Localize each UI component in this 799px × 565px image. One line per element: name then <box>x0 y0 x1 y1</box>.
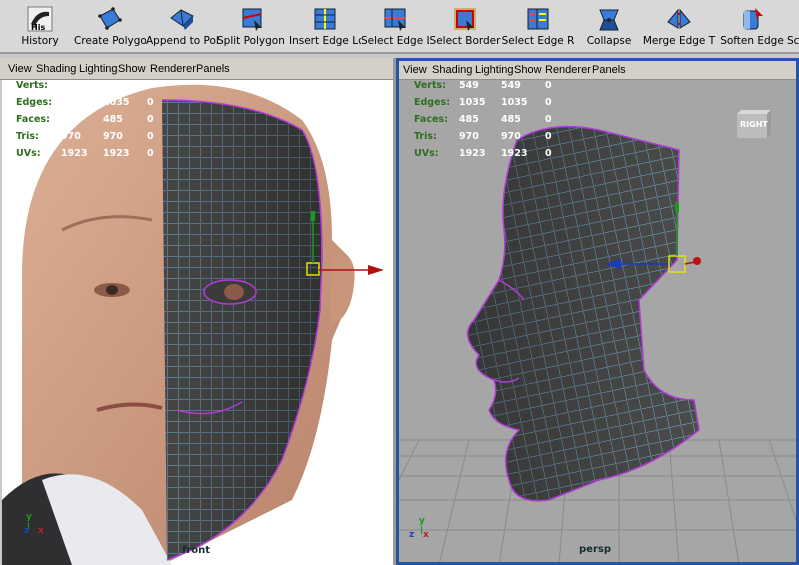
svg-text:His: His <box>31 23 45 32</box>
front-panel-menubar: View Shading Lighting Show Renderer Pane… <box>0 58 393 80</box>
menu-view[interactable]: View <box>403 64 427 76</box>
select-edge-loop-button[interactable]: Select Edge L <box>361 2 429 52</box>
persp-view-panel[interactable]: View Shading Lighting Show Renderer Pane… <box>396 58 799 565</box>
merge-edge-icon <box>667 8 691 29</box>
x-axis-arrow <box>368 265 384 275</box>
view-cube-label: RIGHT <box>740 120 768 129</box>
menu-show[interactable]: Show <box>118 63 146 75</box>
menu-renderer[interactable]: Renderer <box>545 64 591 76</box>
split-polygon-button[interactable]: Split Polygon ` <box>217 2 289 52</box>
select-edge-ring-button[interactable]: Select Edge R <box>501 2 575 52</box>
sculpt-icon <box>787 6 799 32</box>
merge-edge-button[interactable]: Merge Edge T <box>642 2 716 52</box>
soften-edge-button[interactable]: Soften Edge <box>718 2 786 52</box>
maya-window: His History Create Polygo Append to Pol <box>0 0 799 565</box>
persp-panel-menubar: View Shading Lighting Show Renderer Pane… <box>399 61 796 80</box>
history-button[interactable]: His History <box>18 2 62 52</box>
collapse-icon <box>599 9 619 31</box>
persp-camera-label: persp <box>579 544 611 555</box>
menu-show[interactable]: Show <box>514 64 542 76</box>
create-polygon-icon <box>98 7 122 30</box>
select-border-button[interactable]: Select Border <box>429 2 501 52</box>
sculpt-button[interactable]: Sc <box>787 2 799 52</box>
menu-panels[interactable]: Panels <box>196 63 230 75</box>
menu-lighting[interactable]: Lighting <box>79 63 118 75</box>
menu-shading[interactable]: Shading <box>432 64 472 76</box>
menu-lighting[interactable]: Lighting <box>475 64 514 76</box>
menu-shading[interactable]: Shading <box>36 63 76 75</box>
menu-renderer[interactable]: Renderer <box>150 63 196 75</box>
menu-panels[interactable]: Panels <box>592 64 626 76</box>
polygon-shelf: His History Create Polygo Append to Pol <box>0 0 799 54</box>
select-border-icon <box>454 8 476 31</box>
split-polygon-icon <box>242 8 262 31</box>
reference-photo-ear <box>330 254 355 325</box>
front-camera-label: front <box>182 545 211 556</box>
insert-edge-loop-icon <box>314 8 336 30</box>
persp-viewport[interactable]: RIGHT Verts: 549 549 0 Edges: 1035 1035 0 Face… <box>399 80 796 562</box>
select-edge-ring-icon <box>527 8 549 30</box>
select-edge-loop-icon <box>384 8 406 31</box>
create-polygon-button[interactable]: Create Polygo <box>74 2 146 52</box>
menu-view[interactable]: View <box>8 63 32 75</box>
front-viewport[interactable]: Verts: 549 549 1 Edges: 1035 1035 0 Faces: 485 4… <box>2 80 393 565</box>
append-polygon-icon <box>170 9 194 30</box>
insert-edge-loop-button[interactable]: Insert Edge Lc <box>289 2 361 52</box>
append-polygon-button[interactable]: Append to Pol <box>146 2 218 52</box>
soften-edge-icon <box>743 8 763 30</box>
view-cube[interactable]: RIGHT <box>733 106 773 140</box>
collapse-button[interactable]: Collapse <box>581 2 637 52</box>
history-icon: His <box>27 6 53 32</box>
front-view-panel[interactable]: View Shading Lighting Show Renderer Pane… <box>0 58 393 565</box>
